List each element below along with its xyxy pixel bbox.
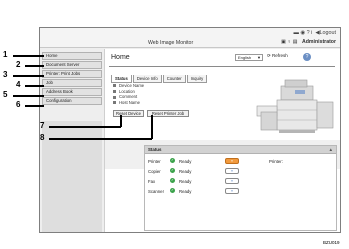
status-row-value: Ready — [179, 179, 192, 184]
user-name: Administrator — [301, 39, 336, 45]
printer-image — [256, 79, 334, 133]
details-button[interactable]: » — [225, 178, 239, 184]
logout-link[interactable]: ◀Logout — [314, 30, 336, 36]
bullet-icon — [113, 89, 116, 93]
device-info-list: Device Name Location Comment Host Name — [113, 83, 144, 105]
status-row: Copier ✓ Ready » — [147, 168, 252, 176]
status-row-label: Fax — [148, 179, 156, 184]
reset-device-button[interactable]: Reset Device — [113, 110, 144, 117]
status-row-label: Printer — [148, 159, 161, 164]
details-button[interactable]: » — [225, 158, 239, 164]
tab-bar: Status Device Info Counter Inquiry — [111, 67, 208, 83]
reset-printer-job-button[interactable]: Reset Printer Job — [147, 110, 189, 117]
tab-inquiry[interactable]: Inquiry — [186, 75, 208, 83]
callout-8: 8 — [40, 133, 45, 142]
ready-icon: ✓ — [170, 178, 175, 183]
nav-item-home[interactable]: Home — [42, 52, 102, 60]
refresh-button[interactable]: ⟳ Refresh — [267, 53, 288, 59]
main-panel: Home English ▼ ⟳ Refresh ? Status Device … — [104, 49, 340, 232]
callout-6: 6 — [16, 100, 21, 109]
collapse-icon[interactable]: ▲ — [329, 146, 333, 153]
callout-7: 7 — [40, 121, 45, 130]
status-row-label: Copier — [148, 169, 161, 174]
nav-item-document-server[interactable]: Document Server — [42, 61, 102, 69]
header-toolbar-icons[interactable]: ▬ ◉ ? i — [294, 30, 313, 36]
refresh-label: Refresh — [272, 53, 288, 58]
user-row: ▣ ♀ ▤ Administrator — [281, 39, 336, 45]
page-title: Home — [111, 54, 130, 61]
status-row-value: Ready — [179, 159, 192, 164]
leader-line — [25, 85, 44, 87]
language-value: English — [238, 55, 252, 60]
status-row-value: Ready — [179, 169, 192, 174]
bullet-icon — [113, 101, 116, 105]
nav-item-configuration[interactable]: Configuration — [42, 97, 102, 105]
leader-line — [13, 55, 44, 57]
status-panel: Status ▲ Printer ✓ Ready » Copier ✓ Read… — [144, 145, 337, 231]
refresh-icon: ⟳ — [267, 53, 271, 58]
tab-counter[interactable]: Counter — [162, 75, 186, 83]
header-bar: Web Image Monitor ▬ ◉ ? i ◀Logout ▣ ♀ ▤ … — [40, 28, 340, 48]
chevron-down-icon: ▼ — [257, 55, 261, 60]
ready-icon: ✓ — [170, 158, 175, 163]
ready-icon: ✓ — [170, 168, 175, 173]
callout-3: 3 — [3, 70, 8, 79]
nav-item-address-book[interactable]: Address Book — [42, 88, 102, 96]
callout-2: 2 — [16, 60, 21, 69]
status-row-label: Scanner — [148, 189, 165, 194]
callout-1: 1 — [3, 50, 8, 59]
status-row: Fax ✓ Ready » — [147, 178, 252, 186]
leader-line — [13, 95, 44, 97]
details-button[interactable]: » — [225, 188, 239, 194]
bullet-icon — [113, 84, 116, 88]
callout-4: 4 — [16, 80, 21, 89]
header-icons[interactable]: ▬ ◉ ? i ◀Logout — [294, 30, 336, 36]
help-icon[interactable]: ? — [303, 53, 311, 61]
status-row: Printer ✓ Ready » — [147, 158, 252, 166]
tab-device-info[interactable]: Device Info — [132, 75, 162, 83]
leader-line — [13, 75, 44, 77]
leader-line — [25, 105, 44, 107]
figure: Web Image Monitor ▬ ◉ ? i ◀Logout ▣ ♀ ▤ … — [0, 0, 349, 249]
figure-code: BZU019 — [323, 240, 340, 245]
tab-status[interactable]: Status — [111, 75, 132, 83]
status-heading: Status ▲ — [145, 146, 336, 154]
leader-line — [120, 115, 122, 127]
leader-line — [49, 138, 152, 140]
nav-item-job[interactable]: Job — [42, 79, 102, 87]
browser-window: Web Image Monitor ▬ ◉ ? i ◀Logout ▣ ♀ ▤ … — [39, 27, 341, 233]
user-icons: ▣ ♀ ▤ — [281, 39, 301, 45]
ready-icon: ✓ — [170, 188, 175, 193]
nav-item-printer-jobs[interactable]: Printer: Print Jobs — [42, 70, 102, 78]
language-select[interactable]: English ▼ — [235, 54, 263, 61]
leader-line — [25, 65, 44, 67]
leader-line — [49, 126, 121, 128]
callout-5: 5 — [3, 90, 8, 99]
app-title: Web Image Monitor — [148, 40, 194, 46]
details-button[interactable]: » — [225, 168, 239, 174]
status-row-value: Ready — [179, 189, 192, 194]
leader-line — [151, 115, 153, 139]
sidebar: Home Document Server Printer: Print Jobs… — [42, 49, 102, 105]
status-row: Scanner ✓ Ready » — [147, 188, 252, 196]
printer-detail-label: Printer: — [269, 159, 283, 164]
list-item: Host Name — [113, 100, 144, 106]
bullet-icon — [113, 95, 116, 99]
